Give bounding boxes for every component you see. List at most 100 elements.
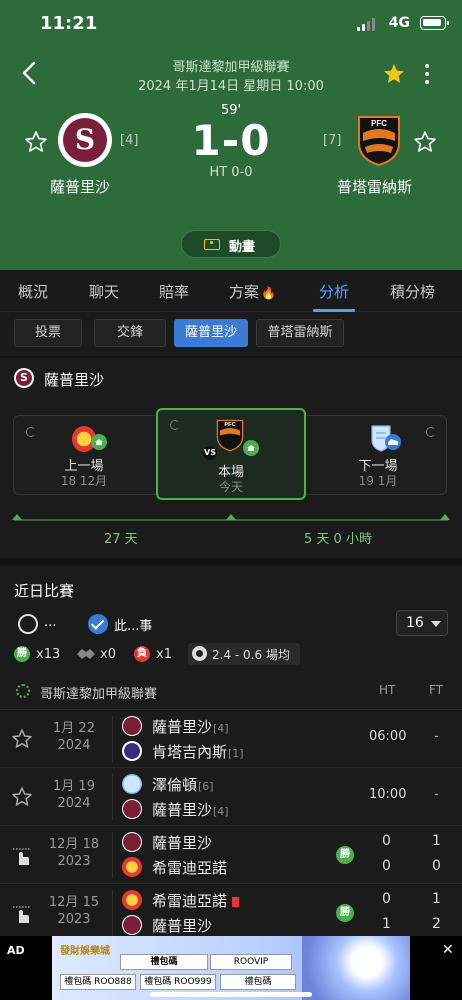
team-logo: S — [14, 368, 34, 388]
animation-button[interactable]: 動畫 — [181, 230, 281, 258]
loading-icon — [170, 420, 180, 430]
favorite-star-icon[interactable] — [10, 785, 34, 809]
favorite-star-icon[interactable] — [10, 727, 34, 751]
team-logo — [122, 915, 142, 935]
more-menu-icon[interactable] — [423, 62, 431, 86]
vs-icon: VS — [203, 446, 217, 460]
filter-all-radio[interactable] — [18, 614, 38, 634]
team-logo — [122, 890, 142, 910]
subtab-away-team[interactable]: 普塔雷納斯 — [256, 319, 344, 347]
home-venue-icon — [91, 434, 107, 450]
team-logo — [122, 857, 142, 877]
ft-away: 0 — [432, 858, 441, 874]
handshake-icon — [77, 649, 95, 659]
ad-code-extra: 禮包碼 — [220, 974, 296, 990]
result-badge: 勝 — [336, 846, 354, 864]
timeline-marker — [226, 514, 236, 520]
ad-character-image — [302, 936, 410, 1000]
ft-away: 2 — [432, 916, 441, 932]
away-venue-icon — [385, 434, 401, 450]
days-before: 27 天 — [104, 532, 138, 547]
match-date: 12月 18 2023 — [48, 837, 100, 869]
subtab-vote[interactable]: 投票 — [14, 319, 82, 347]
divider — [112, 832, 113, 878]
sub-tabs: 投票 交鋒 薩普里沙 普塔雷納斯 — [0, 312, 462, 356]
ad-code-888: 禮包碼 ROO888 — [60, 974, 136, 990]
league-header-row: 哥斯達黎加甲級聯賽 HT FT — [0, 676, 462, 708]
recent-title: 近日比賽 — [14, 582, 75, 600]
filter-all-label[interactable]: ... — [44, 615, 56, 630]
match-row[interactable]: 1月 19 2024 澤倫頓[6] 薩普里沙[4] 10:00 - — [0, 767, 462, 825]
divider — [112, 774, 113, 820]
match-row[interactable]: 12月 15 2023 希雷迪亞諾 薩普里沙 勝 0 1 1 2 — [0, 883, 462, 941]
tab-odds[interactable]: 賠率 — [159, 281, 189, 302]
kickoff-time: 10:00 — [369, 787, 407, 802]
subtab-home-team[interactable]: 薩普里沙 — [174, 319, 248, 347]
loss-icon: 負 — [134, 646, 150, 662]
team-logo — [122, 716, 142, 736]
ft-score: - — [434, 729, 439, 744]
result-badge: 勝 — [336, 904, 354, 922]
away-team: 肯塔吉內斯[1] — [152, 743, 244, 761]
ht-away: 0 — [382, 858, 391, 874]
loss-count: x1 — [156, 647, 172, 662]
tab-analysis[interactable]: 分析 — [319, 281, 349, 302]
team-logo — [122, 832, 142, 852]
match-row[interactable]: 1月 22 2024 薩普里沙[4] 肯塔吉內斯[1] 06:00 - — [0, 709, 462, 767]
match-date: 1月 22 2024 — [53, 721, 95, 753]
tab-overview[interactable]: 概況 — [18, 281, 48, 302]
team-logo — [122, 799, 142, 819]
ft-score: - — [434, 787, 439, 802]
svg-text:PFC: PFC — [224, 422, 235, 428]
status-time: 11:21 — [40, 13, 98, 34]
filter-this-competition-checkbox[interactable] — [88, 614, 108, 634]
away-team: 薩普里沙[4] — [152, 801, 229, 819]
ad-code-vip: ROOVIP — [210, 954, 292, 970]
subtab-h2h[interactable]: 交鋒 — [94, 319, 166, 347]
away-team: 薩普里沙 — [152, 917, 213, 935]
league-name: 哥斯達黎加甲級聯賽 — [40, 687, 158, 702]
team-logo — [122, 741, 142, 761]
divider — [112, 890, 113, 936]
ad-code-999: 禮包碼 ROO999 — [140, 974, 216, 990]
match-row[interactable]: 12月 18 2023 薩普里沙 希雷迪亞諾 勝 0 0 1 0 — [0, 825, 462, 883]
favorite-star-icon[interactable] — [382, 62, 406, 86]
tap-hand-icon — [13, 848, 31, 865]
battery-icon — [420, 16, 449, 30]
home-team: 薩普里沙 — [152, 834, 213, 852]
away-team-name[interactable]: 普塔雷納斯 — [337, 176, 412, 197]
svg-text:PFC: PFC — [371, 119, 387, 128]
average-goals: 2.4 - 0.6 場均 — [188, 643, 300, 665]
next-match-date: 19 1月 — [358, 474, 398, 488]
away-rank: [7] — [323, 133, 342, 148]
pitch-icon — [204, 239, 220, 250]
away-favorite-star-icon[interactable] — [413, 130, 437, 154]
loading-icon — [426, 427, 436, 437]
filter-this-competition-label[interactable]: 此...事 — [114, 615, 152, 634]
ad-banner[interactable]: AD 發財娛樂城 禮包碼 ROOVIP 禮包碼 ROO888 禮包碼 ROO99… — [0, 936, 462, 1000]
home-team: 澤倫頓[6] — [152, 776, 214, 794]
col-ht: HT — [379, 683, 396, 697]
animation-label: 動畫 — [229, 240, 256, 255]
league-icon — [16, 684, 30, 698]
ad-brand: 發財娛樂城 — [60, 946, 110, 957]
close-icon[interactable]: ✕ — [442, 942, 454, 958]
ad-code-label: 禮包碼 — [120, 954, 208, 970]
match-count-value: 16 — [406, 615, 424, 631]
match-count-select[interactable]: 16 — [396, 610, 448, 636]
home-team: 希雷迪亞諾 — [152, 890, 240, 911]
status-bar: 11:21 4G — [0, 0, 462, 44]
ft-home: 1 — [432, 891, 441, 907]
match-header: 11:21 4G 哥斯達黎加甲級聯賽 2024 年1月14日 星期日 10:00… — [0, 0, 462, 270]
timeline-marker — [12, 514, 22, 520]
ad-image[interactable]: 發財娛樂城 禮包碼 ROOVIP 禮包碼 ROO888 禮包碼 ROO999 禮… — [52, 936, 410, 1000]
days-after: 5 天 0 小時 — [304, 532, 372, 547]
ht-home: 0 — [382, 833, 391, 849]
kickoff-time: 06:00 — [369, 729, 407, 744]
away-team-logo[interactable]: PFC — [355, 113, 403, 167]
tab-standings[interactable]: 積分榜 — [390, 281, 435, 302]
tab-tips[interactable]: 方案 🔥 — [229, 281, 276, 302]
loading-icon — [26, 427, 36, 437]
tab-chat[interactable]: 聊天 — [89, 281, 119, 302]
draw-count: x0 — [100, 647, 116, 662]
